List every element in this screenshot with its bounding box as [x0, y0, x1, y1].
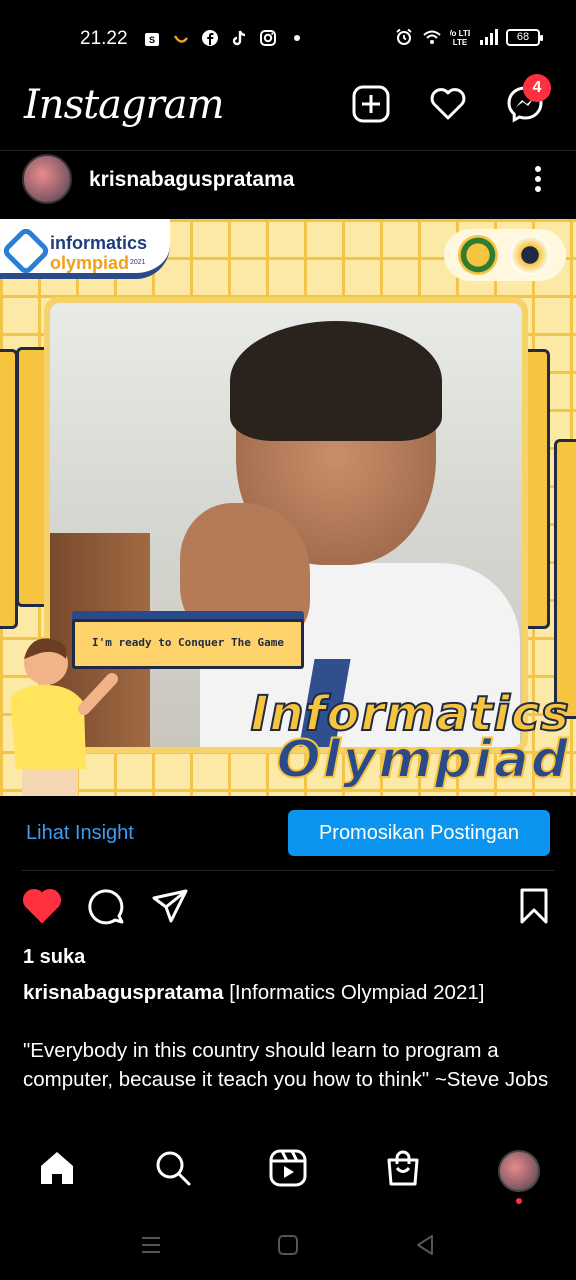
messenger-badge: 4 — [523, 74, 551, 102]
university-seal-icon — [458, 235, 498, 275]
comment-button[interactable] — [86, 886, 126, 926]
nav-shop[interactable] — [383, 1148, 423, 1188]
caption-body: "Everybody in this country should learn … — [23, 1039, 549, 1091]
messenger-button[interactable]: 4 — [505, 74, 551, 124]
promote-post-button[interactable]: Promosikan Postingan — [288, 810, 550, 856]
recents-button[interactable] — [138, 1232, 164, 1258]
heart-icon — [430, 88, 466, 120]
post-actions — [0, 886, 576, 932]
send-icon — [152, 889, 188, 923]
decor-pill-right-outer — [554, 439, 576, 719]
app-header: Instagram 4 — [0, 74, 576, 150]
status-time: 21.22 — [80, 28, 128, 49]
notification-icons: S — [142, 28, 307, 48]
post-options-button[interactable] — [528, 164, 548, 194]
svg-text:S: S — [149, 35, 155, 45]
more-vertical-icon — [535, 166, 541, 192]
battery-indicator: 68 — [506, 28, 543, 46]
home-icon — [41, 1152, 73, 1184]
post-author-username[interactable]: krisnabaguspratama — [89, 168, 294, 192]
post-header: krisnabaguspratama — [0, 152, 576, 218]
facebook-icon — [202, 30, 218, 46]
insight-row: Lihat Insight Promosikan Postingan — [0, 808, 576, 860]
home-system-button[interactable] — [275, 1232, 301, 1258]
square-icon — [278, 1235, 298, 1255]
status-bar: 21.22 S Vo LTELTE 68 — [0, 0, 576, 78]
reels-icon — [269, 1149, 307, 1187]
logo-text-olympiad: olympiad — [50, 253, 130, 273]
like-button[interactable] — [22, 886, 62, 926]
save-button[interactable] — [514, 886, 554, 926]
bookmark-icon — [520, 888, 548, 924]
back-triangle-icon — [417, 1235, 433, 1255]
menu-lines-icon — [142, 1237, 160, 1253]
olympiad-title-art: Informatics Olympiad — [250, 689, 570, 790]
back-button[interactable] — [412, 1232, 438, 1258]
post-image[interactable]: informatics olympiad 2021 I'm ready to C… — [0, 219, 576, 796]
system-status-icons: Vo LTELTE 68 — [394, 27, 543, 47]
tiktok-icon — [232, 30, 246, 46]
alarm-icon — [396, 28, 412, 45]
comment-icon — [88, 889, 124, 925]
hair — [230, 321, 442, 441]
caption-title: [Informatics Olympiad 2021] — [223, 981, 485, 1004]
wifi-icon — [423, 30, 441, 44]
svg-text:Vo LTE: Vo LTE — [450, 29, 470, 38]
instagram-icon — [260, 30, 276, 46]
share-button[interactable] — [150, 886, 190, 926]
plus-square-icon — [352, 85, 390, 123]
partner-logos — [444, 229, 566, 281]
bottom-navigation — [0, 1140, 576, 1204]
logo-text-year: 2021 — [130, 259, 146, 266]
hexagon-logo-icon — [510, 235, 550, 275]
olympiad-logo-mark — [0, 225, 52, 277]
nav-search[interactable] — [153, 1148, 193, 1188]
signal-icon — [480, 29, 498, 45]
actions-divider — [22, 870, 554, 871]
nav-profile-avatar[interactable] — [498, 1150, 540, 1192]
activity-button[interactable] — [428, 84, 468, 124]
caption-username[interactable]: krisnabaguspratama — [23, 981, 224, 1004]
system-navigation-bar — [0, 1222, 576, 1268]
title-olympiad: Olympiad — [276, 730, 570, 790]
view-insights-link[interactable]: Lihat Insight — [26, 822, 134, 845]
instagram-logo: Instagram — [24, 82, 225, 128]
create-post-button[interactable] — [351, 84, 391, 124]
svg-text:LTE: LTE — [453, 38, 468, 47]
volte-icon: Vo LTELTE — [450, 29, 470, 47]
search-icon — [156, 1151, 191, 1186]
dot-icon — [294, 35, 300, 41]
likes-count[interactable]: 1 suka — [23, 946, 85, 969]
nav-reels[interactable] — [268, 1148, 308, 1188]
header-divider — [0, 150, 576, 151]
cartoon-person-illustration — [10, 638, 118, 796]
profile-notification-dot — [516, 1198, 522, 1204]
logo-text-informatics: informatics — [50, 233, 148, 253]
post-caption: krisnabaguspratama [Informatics Olympiad… — [23, 978, 553, 1094]
informatics-olympiad-logo: informatics olympiad 2021 — [0, 219, 170, 279]
shopee-icon: S — [145, 33, 159, 46]
heart-filled-icon — [23, 889, 61, 923]
nav-home[interactable] — [37, 1148, 77, 1188]
post-author-avatar[interactable] — [22, 154, 72, 204]
shopping-bag-icon — [387, 1150, 419, 1186]
swoosh-icon — [173, 35, 188, 43]
